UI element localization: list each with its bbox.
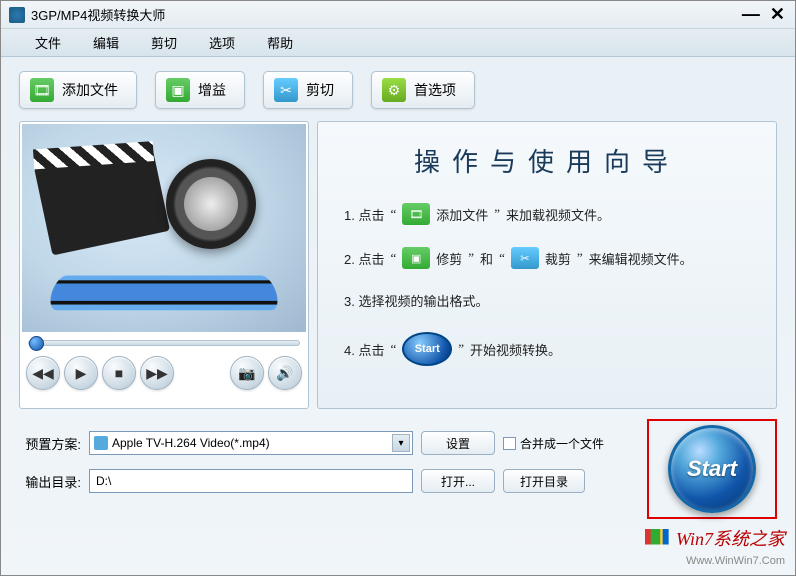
- preview-panel: ◀◀ ▶ ■ ▶▶ 📷 🔊: [19, 121, 309, 409]
- rewind-button[interactable]: ◀◀: [26, 356, 60, 390]
- menu-edit[interactable]: 编辑: [93, 33, 119, 52]
- guide-panel: 操作与使用向导 1. 点击 “ 🎞 添加文件 ” 来加载视频文件。 2. 点击 …: [317, 121, 777, 409]
- chevron-down-icon[interactable]: ▾: [392, 434, 410, 452]
- minimize-button[interactable]: —: [742, 6, 760, 22]
- scissors-icon: ✂: [274, 78, 298, 102]
- step4-prefix: 4. 点击: [344, 340, 384, 359]
- step2-suffix: 来编辑视频文件。: [589, 249, 693, 268]
- start-mini-icon: Start: [402, 332, 452, 366]
- merge-checkbox[interactable]: [503, 437, 516, 450]
- menu-options[interactable]: 选项: [209, 33, 235, 52]
- step1-suffix: 来加载视频文件。: [506, 205, 610, 224]
- trim-icon: ▣: [402, 247, 430, 269]
- step4-suffix: 开始视频转换。: [470, 340, 561, 359]
- crop-icon: ✂: [511, 247, 539, 269]
- step2-btn1-label: 修剪: [436, 249, 462, 268]
- app-window: 3GP/MP4视频转换大师 — ✕ 文件 编辑 剪切 选项 帮助 🎞 添加文件 …: [0, 0, 796, 576]
- menu-file[interactable]: 文件: [35, 33, 61, 52]
- player-controls: ◀◀ ▶ ■ ▶▶ 📷 🔊: [22, 350, 306, 396]
- open-dir-button[interactable]: 打开目录: [503, 469, 585, 493]
- preset-select[interactable]: Apple TV-H.264 Video(*.mp4) ▾: [89, 431, 413, 455]
- add-file-label: 添加文件: [62, 80, 118, 100]
- preferences-label: 首选项: [414, 80, 456, 100]
- snapshot-button[interactable]: 📷: [230, 356, 264, 390]
- preview-image: [22, 124, 306, 332]
- output-dir-input[interactable]: [89, 469, 413, 493]
- close-button[interactable]: ✕: [770, 6, 785, 22]
- preset-type-icon: [94, 436, 108, 450]
- watermark-line2: Www.WinWin7.Com: [645, 553, 785, 570]
- merge-checkbox-wrap[interactable]: 合并成一个文件: [503, 435, 604, 452]
- preset-value: Apple TV-H.264 Video(*.mp4): [112, 436, 270, 450]
- gain-button[interactable]: ▣ 增益: [155, 71, 245, 109]
- settings-button[interactable]: 设置: [421, 431, 495, 455]
- menu-help[interactable]: 帮助: [267, 33, 293, 52]
- play-button[interactable]: ▶: [64, 356, 98, 390]
- add-file-icon: 🎞: [30, 78, 54, 102]
- stop-button[interactable]: ■: [102, 356, 136, 390]
- step2-mid: 和: [480, 249, 493, 268]
- gain-label: 增益: [198, 80, 226, 100]
- step2-btn2-label: 裁剪: [545, 249, 571, 268]
- step1-prefix: 1. 点击: [344, 205, 384, 224]
- titlebar: 3GP/MP4视频转换大师 — ✕: [1, 1, 795, 29]
- guide-step-4: 4. 点击 “ Start ” 开始视频转换。: [344, 332, 750, 366]
- add-file-icon: 🎞: [402, 203, 430, 225]
- clapperboard-graphic: [34, 143, 170, 256]
- seek-slider[interactable]: [28, 340, 300, 346]
- add-file-button[interactable]: 🎞 添加文件: [19, 71, 137, 109]
- gain-icon: ▣: [166, 78, 190, 102]
- preset-label: 预置方案:: [19, 434, 81, 453]
- guide-step-3: 3. 选择视频的输出格式。: [344, 291, 750, 310]
- cut-button[interactable]: ✂ 剪切: [263, 71, 353, 109]
- toolbar: 🎞 添加文件 ▣ 增益 ✂ 剪切 ⚙ 首选项: [1, 57, 795, 121]
- filmstrip-graphic: [46, 276, 282, 311]
- menubar: 文件 编辑 剪切 选项 帮助: [1, 29, 795, 57]
- step1-btn-label: 添加文件: [436, 205, 488, 224]
- start-button[interactable]: Start: [668, 425, 756, 513]
- menu-cut[interactable]: 剪切: [151, 33, 177, 52]
- film-reel-graphic: [166, 159, 256, 249]
- merge-label: 合并成一个文件: [520, 435, 604, 452]
- step3-text: 3. 选择视频的输出格式。: [344, 291, 488, 310]
- seek-thumb[interactable]: [29, 336, 44, 351]
- guide-step-2: 2. 点击 “ ▣ 修剪 ” 和 “ ✂ 裁剪 ” 来编辑视频文件。: [344, 247, 750, 269]
- app-icon: [9, 7, 25, 23]
- bottom-form: 预置方案: Apple TV-H.264 Video(*.mp4) ▾ 设置 合…: [1, 409, 795, 493]
- cut-label: 剪切: [306, 80, 334, 100]
- guide-title: 操作与使用向导: [344, 142, 750, 179]
- guide-step-1: 1. 点击 “ 🎞 添加文件 ” 来加载视频文件。: [344, 203, 750, 225]
- forward-button[interactable]: ▶▶: [140, 356, 174, 390]
- output-label: 输出目录:: [19, 472, 81, 491]
- watermark-line1: Win7系统之家: [676, 529, 785, 549]
- start-highlight-box: Start: [647, 419, 777, 519]
- preferences-button[interactable]: ⚙ 首选项: [371, 71, 475, 109]
- open-button[interactable]: 打开...: [421, 469, 495, 493]
- watermark: Win7系统之家 Www.WinWin7.Com: [645, 526, 785, 570]
- windows-flag-icon: [645, 529, 669, 545]
- volume-button[interactable]: 🔊: [268, 356, 302, 390]
- window-title: 3GP/MP4视频转换大师: [31, 5, 165, 24]
- step2-prefix: 2. 点击: [344, 249, 384, 268]
- gear-icon: ⚙: [382, 78, 406, 102]
